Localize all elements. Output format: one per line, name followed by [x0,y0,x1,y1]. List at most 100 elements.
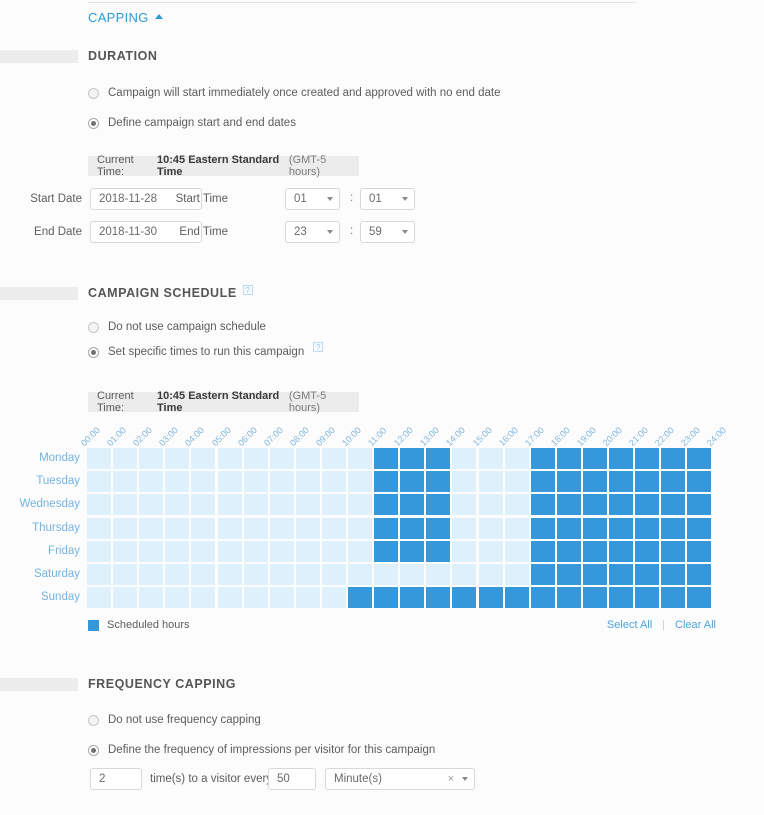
schedule-cell[interactable] [635,564,660,585]
schedule-cell[interactable] [87,471,111,493]
schedule-cell[interactable] [530,448,555,469]
schedule-row[interactable] [87,517,713,540]
schedule-cell[interactable] [295,587,320,609]
schedule-cell[interactable] [139,517,164,539]
schedule-cell[interactable] [191,587,216,609]
schedule-cell[interactable] [87,517,111,539]
schedule-row[interactable] [87,564,713,586]
end-time-minute-select[interactable]: 59 [360,221,415,243]
schedule-cell[interactable] [165,587,190,609]
schedule-cell[interactable] [530,494,555,516]
schedule-cell[interactable] [530,471,555,493]
schedule-cell[interactable] [478,564,503,585]
schedule-cell[interactable] [191,540,216,562]
schedule-cell[interactable] [426,517,451,539]
schedule-cell[interactable] [661,540,686,562]
schedule-cell[interactable] [165,517,190,539]
schedule-cell[interactable] [165,448,190,469]
schedule-cell[interactable] [269,494,294,516]
schedule-cell[interactable] [609,564,633,585]
schedule-cell[interactable] [348,564,372,585]
schedule-cell[interactable] [295,564,320,585]
schedule-cell[interactable] [321,471,346,493]
schedule-cell[interactable] [635,517,660,539]
schedule-cell[interactable] [582,540,607,562]
schedule-cell[interactable] [113,564,138,585]
schedule-cell[interactable] [321,540,346,562]
schedule-cell[interactable] [426,587,451,609]
schedule-cell[interactable] [609,540,633,562]
schedule-cell[interactable] [321,587,346,609]
frequency-unit-select[interactable]: Minute(s) × [325,768,475,790]
schedule-cell[interactable] [374,448,399,469]
radio-icon[interactable] [88,714,99,726]
schedule-cell[interactable] [556,517,581,539]
schedule-option-none[interactable]: Do not use campaign schedule [88,321,266,333]
radio-icon[interactable] [88,321,99,333]
select-all-link[interactable]: Select All [607,619,652,631]
schedule-cell[interactable] [87,587,111,609]
schedule-cell[interactable] [530,540,555,562]
schedule-cell[interactable] [530,517,555,539]
schedule-cell[interactable] [556,564,581,585]
schedule-cell[interactable] [374,494,399,516]
schedule-cell[interactable] [243,448,268,469]
schedule-day-label[interactable]: Thursday [0,522,80,534]
schedule-cell[interactable] [139,564,164,585]
schedule-cell[interactable] [556,587,581,609]
schedule-row[interactable] [87,494,713,516]
schedule-cell[interactable] [661,587,686,609]
schedule-cell[interactable] [295,540,320,562]
schedule-cell[interactable] [243,540,268,562]
help-icon[interactable]: ? [313,342,324,352]
schedule-cell[interactable] [139,448,164,469]
schedule-cell[interactable] [661,517,686,539]
schedule-cell[interactable] [348,540,372,562]
clear-icon[interactable]: × [448,773,454,785]
schedule-cell[interactable] [687,471,712,493]
schedule-cell[interactable] [609,494,633,516]
schedule-cell[interactable] [504,471,529,493]
radio-icon-selected[interactable] [88,346,99,358]
schedule-cell[interactable] [269,471,294,493]
schedule-cell[interactable] [426,448,451,469]
schedule-cell[interactable] [348,471,372,493]
schedule-cell[interactable] [400,448,425,469]
schedule-cell[interactable] [687,448,712,469]
schedule-cell[interactable] [504,517,529,539]
schedule-cell[interactable] [243,564,268,585]
frequency-interval-input[interactable] [268,768,316,790]
schedule-option-specific[interactable]: Set specific times to run this campaign … [88,342,324,358]
schedule-cell[interactable] [582,564,607,585]
schedule-cell[interactable] [113,494,138,516]
schedule-cell[interactable] [426,540,451,562]
schedule-cell[interactable] [374,564,399,585]
schedule-cell[interactable] [478,494,503,516]
schedule-cell[interactable] [426,471,451,493]
schedule-cell[interactable] [609,587,633,609]
schedule-cell[interactable] [243,494,268,516]
schedule-cell[interactable] [400,540,425,562]
schedule-cell[interactable] [556,494,581,516]
duration-option-immediate[interactable]: Campaign will start immediately once cre… [88,87,501,99]
schedule-cell[interactable] [374,517,399,539]
schedule-cell[interactable] [426,564,451,585]
schedule-cell[interactable] [687,517,712,539]
schedule-cell[interactable] [113,540,138,562]
schedule-cell[interactable] [113,448,138,469]
schedule-cell[interactable] [113,471,138,493]
schedule-cell[interactable] [452,540,477,562]
schedule-cell[interactable] [582,587,607,609]
schedule-cell[interactable] [478,517,503,539]
schedule-cell[interactable] [582,448,607,469]
schedule-cell[interactable] [556,471,581,493]
schedule-cell[interactable] [191,517,216,539]
schedule-cell[interactable] [635,540,660,562]
frequency-times-input[interactable] [90,768,142,790]
schedule-cell[interactable] [687,540,712,562]
schedule-cell[interactable] [687,587,712,609]
schedule-cell[interactable] [348,587,372,609]
schedule-cell[interactable] [348,517,372,539]
schedule-cell[interactable] [374,540,399,562]
schedule-cell[interactable] [556,540,581,562]
